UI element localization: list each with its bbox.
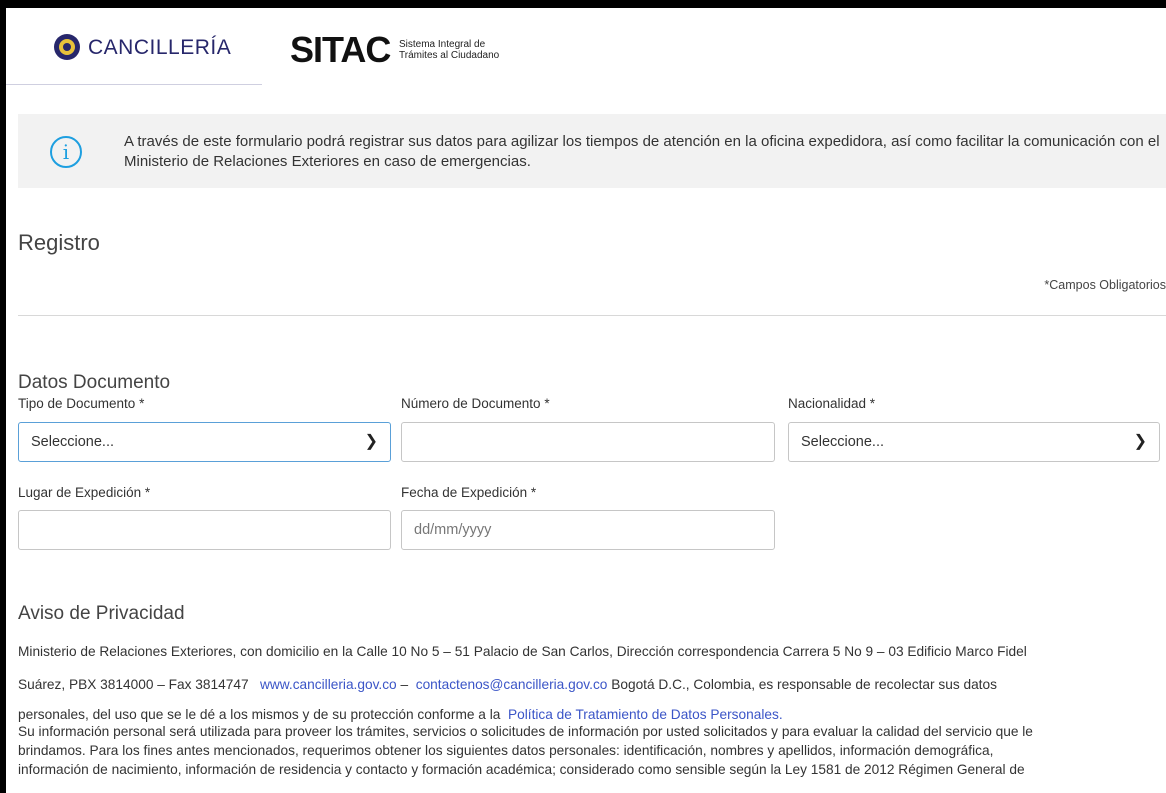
- brand-name: CANCILLERÍA: [88, 36, 232, 59]
- numero-documento-label: Número de Documento *: [401, 396, 550, 411]
- coat-of-arms-icon: [54, 34, 80, 60]
- privacy-line-2-dash: –: [396, 677, 412, 692]
- window-left-border: [0, 0, 6, 793]
- sitac-subtitle-line-1: Sistema Integral de: [399, 39, 486, 50]
- lugar-expedicion-label: Lugar de Expedición *: [18, 485, 151, 500]
- nacionalidad-select[interactable]: Seleccione... ❯: [788, 422, 1160, 462]
- privacy-line-4: Su información personal será utilizada p…: [18, 724, 1033, 739]
- fecha-expedicion-placeholder: dd/mm/yyyy: [414, 522, 492, 538]
- privacy-line-2-start: Suárez, PBX 3814000 – Fax 3814747: [18, 677, 249, 692]
- privacy-line-2-end: Bogotá D.C., Colombia, es responsable de…: [607, 677, 997, 692]
- lugar-expedicion-input[interactable]: [18, 510, 391, 550]
- info-text: A través de este formulario podrá regist…: [124, 133, 1160, 170]
- page-title: Registro: [18, 230, 100, 255]
- privacy-line-3: personales, del uso que se le dé a los m…: [18, 707, 1166, 722]
- sitac-subtitle-line-2: Trámites al Ciudadano: [399, 50, 500, 61]
- tipo-documento-label: Tipo de Documento *: [18, 396, 145, 411]
- cancilleria-logo[interactable]: CANCILLERÍA: [6, 24, 262, 85]
- info-icon: i: [50, 136, 82, 168]
- privacy-line-6: información de nacimiento, información d…: [18, 762, 1025, 777]
- fecha-expedicion-label: Fecha de Expedición *: [401, 485, 537, 500]
- nacionalidad-value: Seleccione...: [801, 434, 885, 450]
- email-link[interactable]: contactenos@cancilleria.gov.co: [416, 677, 608, 692]
- header: CANCILLERÍA SITAC Sistema Integral de Tr…: [6, 8, 1166, 100]
- website-link[interactable]: www.cancilleria.gov.co: [260, 677, 397, 692]
- privacy-line-5: brindamos. Para los fines antes menciona…: [18, 743, 994, 758]
- divider: [18, 315, 1166, 316]
- window-top-border: [0, 0, 1166, 8]
- required-fields-note: *Campos Obligatorios: [1044, 278, 1166, 292]
- numero-documento-input[interactable]: [401, 422, 775, 462]
- data-policy-link[interactable]: Política de Tratamiento de Datos Persona…: [508, 707, 783, 722]
- sitac-subtitle: Sistema Integral de Trámites al Ciudadan…: [399, 39, 519, 61]
- info-banner: i A través de este formulario podrá regi…: [18, 114, 1166, 188]
- section-title-document: Datos Documento: [18, 372, 171, 393]
- privacy-line-3-start: personales, del uso que se le dé a los m…: [18, 707, 501, 722]
- privacy-line-2: Suárez, PBX 3814000 – Fax 3814747 www.ca…: [18, 677, 1166, 692]
- nacionalidad-label: Nacionalidad *: [788, 396, 876, 411]
- tipo-documento-value: Seleccione...: [31, 434, 115, 450]
- tipo-documento-select[interactable]: Seleccione... ❯: [18, 422, 391, 462]
- section-title-privacy: Aviso de Privacidad: [18, 603, 185, 624]
- privacy-line-1: Ministerio de Relaciones Exteriores, con…: [18, 644, 1027, 659]
- fecha-expedicion-input[interactable]: dd/mm/yyyy: [401, 510, 775, 550]
- chevron-down-icon: ❯: [1133, 433, 1147, 450]
- chevron-down-icon: ❯: [364, 433, 378, 450]
- sitac-logo[interactable]: SITAC: [290, 32, 391, 68]
